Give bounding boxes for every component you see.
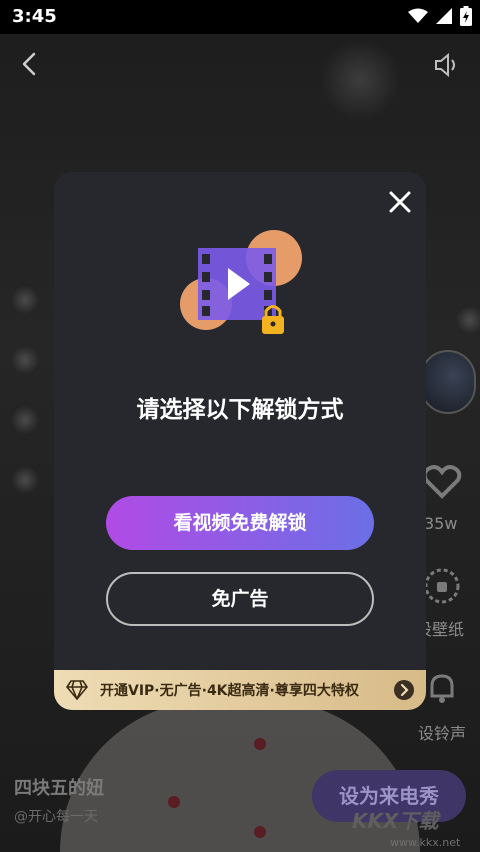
vip-banner[interactable]: 开通VIP·无广告·4K超高清·尊享四大特权 (54, 670, 426, 710)
chevron-right-icon[interactable] (394, 680, 414, 700)
dress-pattern-dot (254, 738, 266, 750)
ringtone-label[interactable]: 设铃声 (418, 720, 466, 744)
watermark-url: www.kkx.net (390, 836, 461, 849)
ad-free-button[interactable]: 免广告 (106, 572, 374, 626)
close-icon[interactable] (386, 188, 414, 216)
author-name: 四块五的妞 (14, 778, 104, 799)
vip-banner-text: 开通VIP·无广告·4K超高清·尊享四大特权 (100, 683, 359, 699)
battery-icon (460, 6, 472, 26)
unlock-dialog: 请选择以下解锁方式 看视频免费解锁 免广告 开通VIP·无广告·4K超高清·尊享… (54, 172, 426, 710)
signal-icon (436, 8, 452, 24)
wifi-icon (408, 8, 428, 23)
like-count: 35w (424, 514, 458, 533)
watch-video-unlock-button[interactable]: 看视频免费解锁 (106, 496, 374, 550)
volume-icon[interactable] (432, 52, 460, 78)
status-time: 3:45 (12, 6, 57, 27)
dress-pattern-dot (168, 796, 180, 808)
back-icon[interactable] (16, 50, 44, 78)
status-bar: 3:45 (0, 0, 480, 34)
dialog-title: 请选择以下解锁方式 (136, 397, 344, 423)
author-avatar[interactable] (420, 350, 476, 414)
diamond-icon (66, 680, 88, 700)
dress-pattern-dot (254, 826, 266, 838)
heart-icon[interactable] (422, 464, 462, 500)
watermark-brand: KKX下载 (352, 809, 439, 833)
wallpaper-icon[interactable] (422, 566, 462, 606)
video-lock-icon (180, 230, 302, 334)
author-handle: @开心每一天 (14, 809, 98, 825)
ringtone-icon[interactable] (424, 670, 460, 706)
